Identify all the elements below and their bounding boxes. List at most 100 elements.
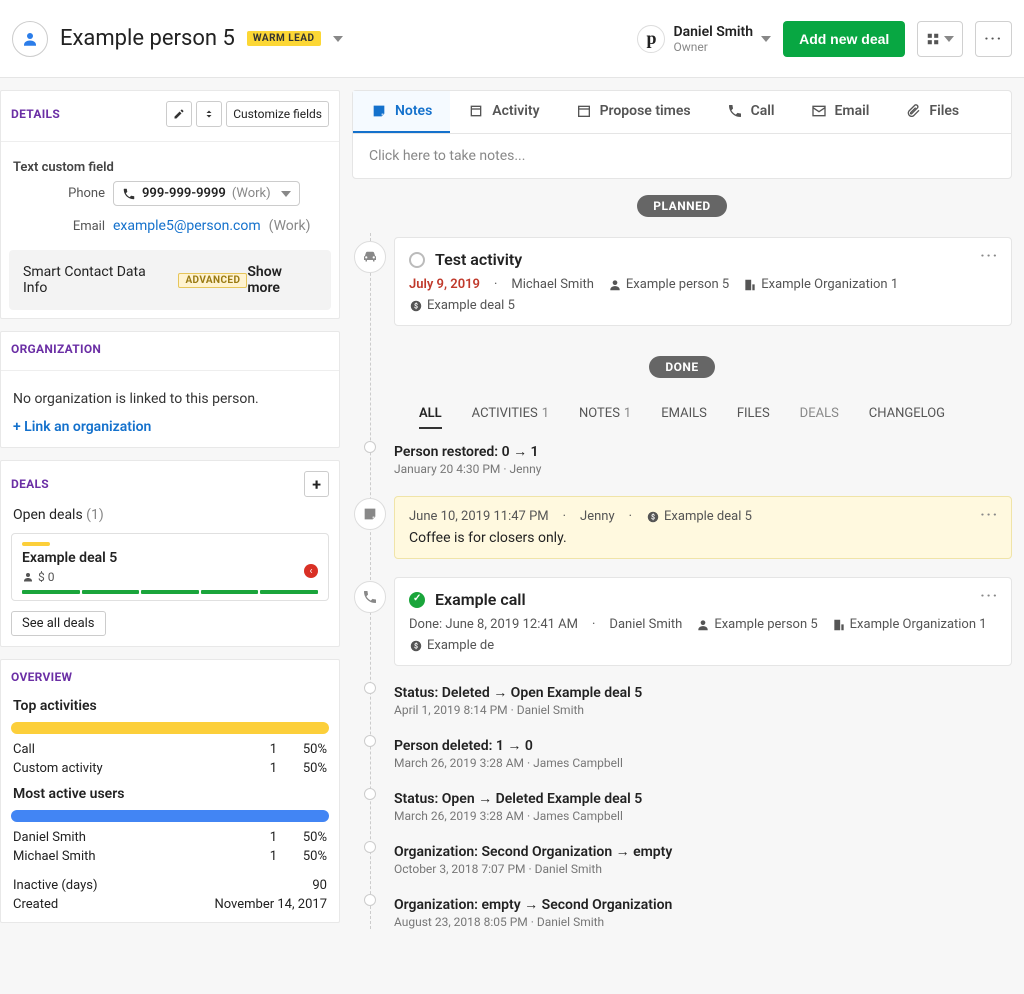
tab-call[interactable]: Call — [709, 91, 793, 133]
activity-composer: Notes Activity Propose times Call Email … — [352, 90, 1012, 179]
expand-details-button[interactable] — [196, 101, 222, 127]
view-toggle-button[interactable] — [917, 21, 963, 57]
tab-activity[interactable]: Activity — [450, 91, 557, 133]
see-all-deals-button[interactable]: See all deals — [11, 611, 106, 636]
details-title: DETAILS — [11, 107, 60, 121]
deal-icon: $ — [646, 510, 660, 524]
deal-amount: $ 0 — [38, 570, 54, 584]
email-link[interactable]: example5@person.com — [113, 218, 261, 234]
tab-email[interactable]: Email — [793, 91, 888, 133]
organization-panel: ORGANIZATION No organization is linked t… — [0, 331, 340, 448]
changelog-entry: Organization: Second Organization → empt… — [394, 843, 1012, 876]
activity-status-done[interactable] — [409, 592, 425, 608]
link-organization-button[interactable]: + Link an organization — [1, 419, 339, 447]
open-deals-label: Open deals — [13, 507, 83, 523]
person-icon — [608, 278, 622, 292]
owner-name: Daniel Smith — [673, 24, 753, 40]
activities-bar — [11, 722, 329, 734]
activity-stat-row: Call150% — [1, 740, 339, 759]
activity-owner: Michael Smith — [511, 277, 594, 292]
timeline-note-icon — [354, 498, 386, 530]
changelog-entry: Organization: empty → Second Organizatio… — [394, 896, 1012, 929]
user-stat-row: Daniel Smith150% — [1, 828, 339, 847]
subtab-all[interactable]: ALL — [419, 400, 442, 429]
open-deals-count: (1) — [86, 507, 104, 523]
phone-value: 999-999-9999 — [142, 186, 226, 201]
activity-title: Test activity — [435, 250, 522, 269]
calendar-icon — [468, 103, 484, 119]
card-more-button[interactable]: ··· — [980, 588, 999, 604]
add-deal-icon-button[interactable]: + — [304, 471, 329, 497]
changelog-entry: Status: Open → Deleted Example deal 5Mar… — [394, 790, 1012, 823]
subtab-deals[interactable]: DEALS — [800, 400, 839, 429]
svg-text:$: $ — [414, 302, 418, 310]
lead-badge: WARM LEAD — [247, 31, 321, 46]
planned-pill: PLANNED — [637, 195, 726, 217]
overview-panel: OVERVIEW Top activities Call150% Custom … — [0, 659, 340, 923]
note-icon — [371, 103, 387, 119]
chevron-down-icon — [944, 36, 954, 42]
timeline-call-icon — [354, 581, 386, 613]
timeline-dot — [364, 841, 376, 853]
deal-card[interactable]: Example deal 5 $ 0 — [11, 533, 329, 601]
deal-name: Example deal 5 — [22, 550, 318, 566]
call-owner: Daniel Smith — [609, 617, 682, 632]
subtab-emails[interactable]: EMAILS — [661, 400, 707, 429]
pipedrive-logo-icon: p — [637, 25, 665, 53]
note-author: Jenny — [580, 509, 615, 524]
person-icon — [21, 30, 39, 48]
car-icon — [361, 248, 379, 266]
title-menu-caret[interactable] — [333, 36, 343, 42]
tab-files[interactable]: Files — [887, 91, 977, 133]
page-header: Example person 5 WARM LEAD p Daniel Smit… — [0, 0, 1024, 78]
person-avatar[interactable] — [12, 21, 48, 57]
planned-activity-card[interactable]: ··· Test activity July 9, 2019 · Michael… — [394, 237, 1012, 326]
activity-date: July 9, 2019 — [409, 277, 480, 292]
changelog-entry: Person restored: 0 → 1 January 20 4:30 P… — [394, 443, 1012, 476]
subtab-notes[interactable]: NOTES1 — [579, 400, 631, 429]
tab-propose[interactable]: Propose times — [558, 91, 709, 133]
subtab-activities[interactable]: ACTIVITIES1 — [472, 400, 549, 429]
overview-title: OVERVIEW — [11, 670, 72, 684]
phone-icon — [727, 103, 743, 119]
ellipsis-icon: ··· — [984, 31, 1003, 47]
owner-selector[interactable]: p Daniel Smith Owner — [637, 24, 771, 54]
phone-caret-icon — [281, 191, 291, 197]
phone-label: Phone — [13, 186, 105, 201]
card-more-button[interactable]: ··· — [980, 507, 999, 523]
advanced-badge: ADVANCED — [178, 273, 247, 288]
building-icon — [832, 618, 846, 632]
svg-text:$: $ — [651, 513, 655, 521]
more-menu-button[interactable]: ··· — [975, 21, 1012, 57]
add-deal-button[interactable]: Add new deal — [783, 21, 905, 57]
paperclip-icon — [905, 103, 921, 119]
card-more-button[interactable]: ··· — [980, 248, 999, 264]
note-text: Coffee is for closers only. — [409, 530, 997, 546]
tab-notes[interactable]: Notes — [353, 91, 450, 133]
note-card[interactable]: ··· June 10, 2019 11:47 PM· Jenny· $Exam… — [394, 496, 1012, 559]
phone-icon — [122, 187, 136, 201]
customize-fields-button[interactable]: Customize fields — [226, 101, 329, 127]
smart-contact-label: Smart Contact Data Info — [23, 264, 170, 296]
edit-details-button[interactable] — [166, 101, 192, 127]
deal-warning-icon — [304, 564, 318, 578]
composer-tabs: Notes Activity Propose times Call Email … — [353, 91, 1011, 134]
timeline-dot — [364, 894, 376, 906]
note-icon — [362, 506, 378, 522]
call-title: Example call — [435, 590, 526, 609]
subtab-files[interactable]: FILES — [737, 400, 770, 429]
call-card[interactable]: ··· Example call Done: June 8, 2019 12:4… — [394, 577, 1012, 666]
deal-stage-indicator — [22, 542, 50, 546]
activity-status-circle[interactable] — [409, 252, 425, 268]
timeline-dot — [364, 735, 376, 747]
timeline-dot — [364, 682, 376, 694]
person-icon — [696, 618, 710, 632]
show-more-link[interactable]: Show more — [247, 264, 317, 296]
phone-field[interactable]: 999-999-9999 (Work) — [113, 181, 300, 206]
custom-field-label: Text custom field — [1, 150, 339, 175]
subtab-changelog[interactable]: CHANGELOG — [869, 400, 945, 429]
deals-title: DEALS — [11, 477, 49, 491]
organization-empty-text: No organization is linked to this person… — [1, 379, 339, 419]
notes-input[interactable]: Click here to take notes... — [353, 134, 1011, 178]
smart-contact-box: Smart Contact Data Info ADVANCED Show mo… — [9, 250, 331, 310]
